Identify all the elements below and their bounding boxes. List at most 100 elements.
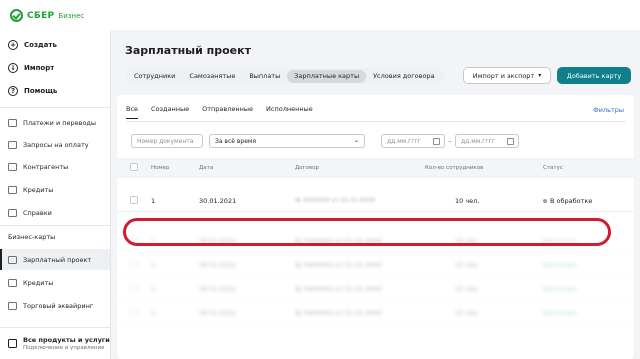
- status-text: Исполнен: [543, 309, 577, 317]
- chevron-down-icon: ⌄: [353, 137, 359, 144]
- subtab-sent[interactable]: Отправленные: [202, 105, 253, 119]
- table-row[interactable]: 1 30.01.2021 № 0000000 от 01.01.0000 10 …: [117, 300, 634, 324]
- certificates-icon: [8, 208, 17, 217]
- payments-icon: [8, 118, 17, 127]
- sidebar-item-business-cards[interactable]: Бизнес-карты: [0, 226, 110, 247]
- tab-payouts[interactable]: Выплаты: [242, 70, 287, 83]
- tabs-divider: [126, 121, 626, 122]
- chevron-down-icon: ▾: [538, 72, 542, 79]
- page-title: Зарплатный проект: [125, 44, 251, 57]
- filters-link[interactable]: Фильтры: [593, 106, 624, 114]
- sidebar-item-label: Торговый эквайринг: [23, 301, 94, 310]
- status-text: Исполнен: [543, 261, 577, 269]
- requests-icon: [8, 140, 17, 149]
- column-status[interactable]: Статус: [543, 165, 563, 171]
- acquiring-icon: [8, 301, 17, 310]
- row-date: 30.01.2021: [199, 309, 237, 317]
- date-range-dash: –: [448, 137, 452, 145]
- all-products-button[interactable]: Все продукты и услуги Подключение и упра…: [0, 327, 110, 359]
- sidebar-item-label: Зарплатный проект: [23, 255, 92, 264]
- sidebar-item-certificates[interactable]: Справки: [0, 202, 110, 223]
- status-badge: В обработке: [543, 197, 592, 205]
- row-date: 30.01.2021: [199, 261, 237, 269]
- section-tabs: Сотрудники Самозанятые Выплаты Зарплатны…: [125, 68, 444, 84]
- calendar-icon[interactable]: [507, 138, 514, 145]
- period-select[interactable]: За всё время ⌄: [209, 134, 365, 148]
- sidebar-item-payments[interactable]: Платежи и переводы: [0, 112, 110, 133]
- row-employees: 10 чел.: [455, 309, 480, 317]
- row-employees: 10 чел.: [455, 261, 480, 269]
- import-label: Импорт: [24, 64, 55, 72]
- status-text: В обработке: [550, 197, 593, 205]
- documents-card: Все Созданные Отправленные Исполненные Ф…: [117, 95, 634, 359]
- document-number-placeholder: Номер документа: [137, 137, 194, 145]
- salary-icon: [8, 255, 17, 264]
- sidebar-item-label: Контрагенты: [23, 162, 69, 171]
- credits-icon: [8, 278, 17, 287]
- period-value: За всё время: [215, 137, 257, 145]
- contractors-icon: [8, 162, 17, 171]
- sidebar-item-label: Бизнес-карты: [8, 232, 56, 241]
- row-number: 1: [151, 261, 156, 269]
- date-from-input[interactable]: дд.мм.гггг: [381, 134, 445, 148]
- sidebar-item-credits[interactable]: Кредиты: [0, 179, 110, 200]
- sidebar-item-credits-2[interactable]: Кредиты: [0, 272, 110, 293]
- tab-self-employed[interactable]: Самозанятые: [182, 70, 242, 83]
- row-checkbox[interactable]: [130, 196, 138, 204]
- all-products-title: Все продукты и услуги: [23, 336, 110, 344]
- add-card-button[interactable]: Добавить карту: [557, 67, 631, 84]
- column-number[interactable]: Номер: [151, 165, 170, 171]
- brand-sub: Бизнес: [58, 11, 85, 20]
- row-checkbox[interactable]: [130, 284, 138, 292]
- status-dot-icon: [543, 199, 547, 203]
- row-contract: № 0000000 от 01.01.0000: [295, 309, 382, 317]
- subtab-created[interactable]: Созданные: [151, 105, 189, 119]
- tab-contract-terms[interactable]: Условия договора: [366, 70, 441, 83]
- table-header: Номер Дата Договор Кол-во сотрудников Ст…: [117, 158, 634, 178]
- help-icon: ?: [8, 86, 18, 96]
- column-employees[interactable]: Кол-во сотрудников: [425, 165, 483, 171]
- import-export-label: Импорт и экспорт: [472, 71, 535, 80]
- plus-icon: +: [8, 40, 18, 50]
- sidebar: + Создать ↓ Импорт ? Помощь Платежи и пе…: [0, 30, 111, 359]
- import-export-dropdown[interactable]: Импорт и экспорт ▾: [463, 67, 551, 84]
- sidebar-item-label: Платежи и переводы: [23, 118, 97, 127]
- subtab-all[interactable]: Все: [126, 105, 139, 119]
- table-row[interactable]: 1 30.01.2021 № 0000000 от 01.01.0000 10 …: [117, 188, 634, 212]
- sidebar-item-label: Кредиты: [23, 278, 54, 287]
- table-row[interactable]: 1 30.01.2021 № 0000000 от 01.01.0000 10 …: [117, 276, 634, 300]
- sidebar-item-label: Запросы на оплату: [23, 140, 89, 149]
- row-number: 1: [151, 197, 156, 205]
- date-to-input[interactable]: дд.мм.гггг: [455, 134, 519, 148]
- document-number-input[interactable]: Номер документа: [131, 134, 203, 148]
- sidebar-item-acquiring[interactable]: Торговый эквайринг: [0, 295, 110, 316]
- tab-salary-cards[interactable]: Зарплатные карты: [287, 69, 367, 83]
- row-checkbox[interactable]: [130, 260, 138, 268]
- date-from-placeholder: дд.мм.гггг: [387, 137, 421, 145]
- sidebar-divider: [0, 107, 110, 108]
- date-to-placeholder: дд.мм.гггг: [461, 137, 495, 145]
- row-contract: № 0000000 от 01.01.0000: [295, 197, 376, 204]
- row-checkbox[interactable]: [130, 308, 138, 316]
- calendar-icon[interactable]: [433, 138, 440, 145]
- sidebar-item-salary-project[interactable]: Зарплатный проект: [0, 249, 110, 270]
- create-button[interactable]: + Создать: [8, 40, 57, 50]
- products-icon: [8, 339, 17, 348]
- sidebar-item-contractors[interactable]: Контрагенты: [0, 156, 110, 177]
- row-number: 1: [151, 285, 156, 293]
- row-contract: № 0000000 от 01.01.0000: [295, 285, 382, 293]
- help-button[interactable]: ? Помощь: [8, 86, 57, 96]
- column-date[interactable]: Дата: [199, 165, 213, 171]
- sidebar-item-payment-requests[interactable]: Запросы на оплату: [0, 134, 110, 155]
- import-button[interactable]: ↓ Импорт: [8, 63, 54, 73]
- column-contract[interactable]: Договор: [295, 165, 319, 171]
- row-date: 30.01.2021: [199, 285, 237, 293]
- sber-business-logo[interactable]: СБЕР Бизнес: [10, 9, 84, 22]
- subtab-executed[interactable]: Исполненные: [266, 105, 313, 119]
- table-row[interactable]: 1 30.01.2021 № 0000000 от 01.01.0000 10 …: [117, 252, 634, 276]
- row-contract: № 0000000 от 01.01.0000: [295, 261, 382, 269]
- import-icon: ↓: [8, 63, 18, 73]
- select-all-checkbox[interactable]: [130, 163, 138, 171]
- row-employees: 10 чел.: [455, 285, 480, 293]
- tab-employees[interactable]: Сотрудники: [127, 70, 182, 83]
